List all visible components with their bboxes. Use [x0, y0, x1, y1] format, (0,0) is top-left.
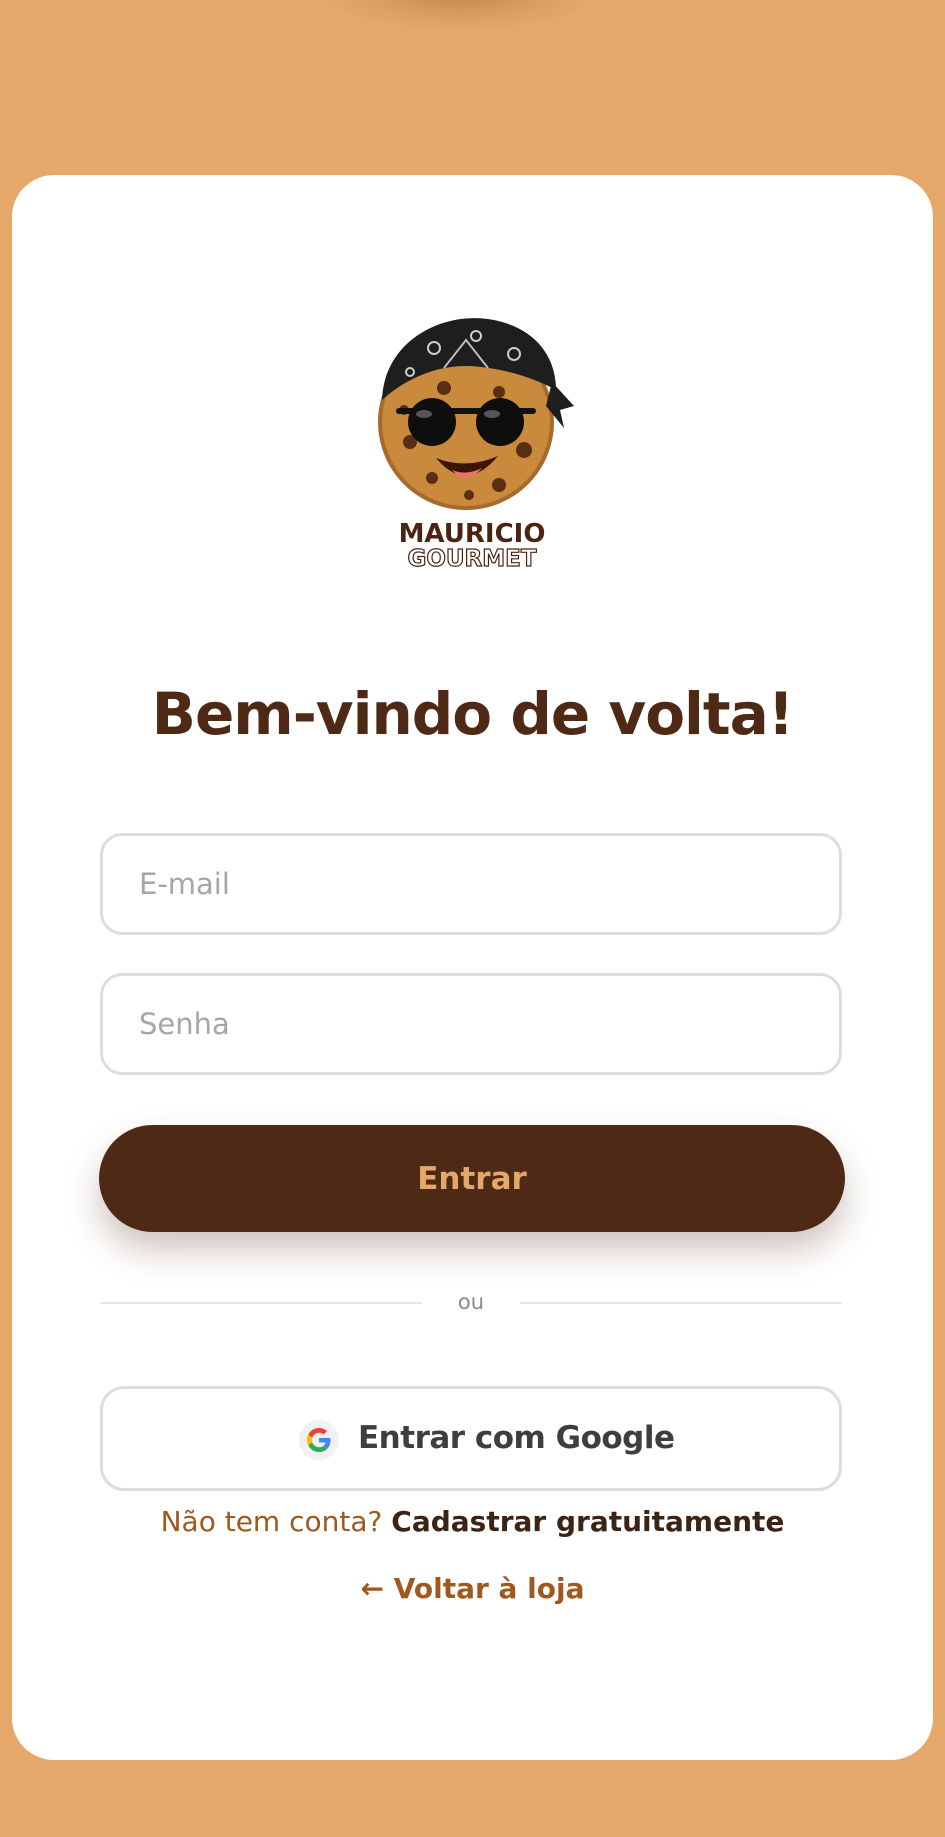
or-divider: ou [100, 1287, 842, 1317]
signup-link[interactable]: Cadastrar gratuitamente [391, 1505, 784, 1538]
divider-line-right [520, 1302, 842, 1304]
email-field[interactable] [100, 833, 842, 935]
logo-text-line2: GOURMET [407, 546, 536, 570]
password-field[interactable] [100, 973, 842, 1075]
google-icon [299, 1420, 339, 1460]
login-card: MAURICIO GOURMET Bem-vindo de volta! Ent… [12, 175, 933, 1760]
arrow-left-icon: ← [360, 1572, 394, 1605]
google-login-button[interactable]: Entrar com Google [100, 1386, 842, 1491]
divider-label: ou [457, 1290, 485, 1314]
google-login-label: Entrar com Google [358, 1420, 675, 1456]
signup-row: Não tem conta? Cadastrar gratuitamente [12, 1500, 933, 1544]
background-decoration [330, 0, 590, 30]
logo-text-line1: MAURICIO [399, 519, 546, 549]
page-title: Bem-vindo de volta! [151, 680, 795, 748]
back-to-store-label: Voltar à loja [393, 1572, 585, 1605]
login-button[interactable]: Entrar [99, 1125, 845, 1232]
back-to-store-link[interactable]: ← Voltar à loja [12, 1567, 933, 1611]
mauricio-gourmet-logo: MAURICIO GOURMET [378, 318, 574, 570]
divider-line-left [100, 1302, 422, 1304]
signup-prompt: Não tem conta? [160, 1505, 392, 1538]
